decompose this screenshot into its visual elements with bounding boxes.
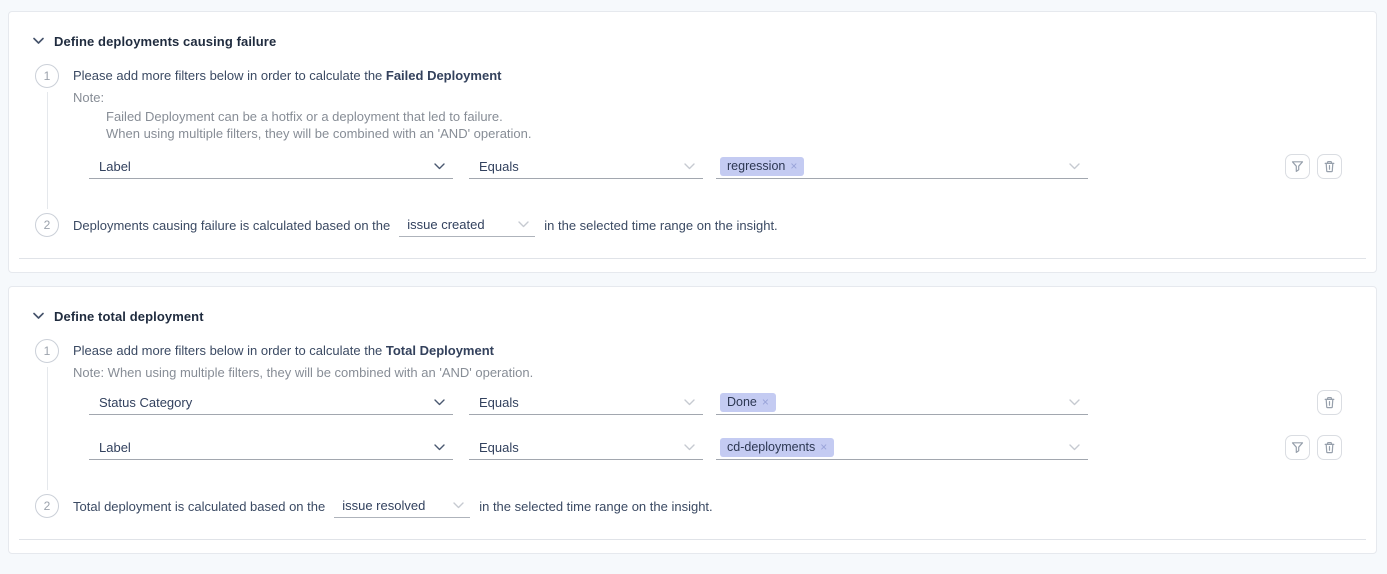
instruction-metric-name: Total Deployment [386,343,494,358]
filter-options-button[interactable] [1285,435,1310,460]
instruction-text: Please add more filters below in order t… [73,343,386,358]
stepper-rail: 1 [35,64,59,209]
calc-basis-text-before: Deployments causing failure is calculate… [73,218,390,233]
step-number-badge: 2 [35,494,59,518]
calc-basis-select-value: issue created [407,217,518,232]
filter-row: Label Equals regression × [89,154,1342,179]
stepper-connector [47,92,48,209]
chevron-down-icon [1069,444,1080,451]
filter-options-button[interactable] [1285,154,1310,179]
funnel-icon [1291,441,1304,454]
note-label: Note: [73,91,1376,104]
step-number-badge: 2 [35,213,59,237]
delete-filter-button[interactable] [1317,435,1342,460]
calc-basis-select[interactable]: issue created [399,214,535,237]
chevron-down-icon [518,221,529,228]
stepper-connector [47,367,48,490]
step-2: 2 Deployments causing failure is calcula… [9,213,1376,237]
calc-basis-select-value: issue resolved [342,498,453,513]
value-tag-label: Done [727,393,757,412]
calc-basis-select[interactable]: issue resolved [334,495,470,518]
trash-icon [1323,396,1336,409]
chevron-down-icon [684,399,695,406]
operator-select[interactable]: Equals [469,390,703,415]
chevron-down-icon [434,444,445,451]
chevron-down-icon [453,502,464,509]
define-total-deployment-panel: Define total deployment 1 Please add mor… [8,286,1377,554]
panel-footer-divider [19,539,1366,540]
note-lines: Failed Deployment can be a hotfix or a d… [106,108,1376,142]
panel-footer-divider [19,258,1366,259]
collapse-chevron-icon[interactable] [33,312,44,320]
value-tag-label: cd-deployments [727,438,815,457]
values-select[interactable]: cd-deployments × [716,435,1088,460]
values-select[interactable]: Done × [716,390,1088,415]
panel-title: Define total deployment [54,309,204,324]
trash-icon [1323,160,1336,173]
remove-tag-icon[interactable]: × [790,157,797,176]
step-1: 1 Please add more filters below in order… [9,64,1376,209]
stepper-rail: 2 [35,213,59,237]
delete-filter-button[interactable] [1317,154,1342,179]
instruction-text: Please add more filters below in order t… [73,68,386,83]
step-instruction: Please add more filters below in order t… [73,69,1376,83]
value-tag-label: regression [727,157,785,176]
field-select-value: Label [99,159,434,174]
chevron-down-icon [1069,163,1080,170]
panel-title: Define deployments causing failure [54,34,276,49]
stepper-rail: 2 [35,494,59,518]
step-number-badge: 1 [35,339,59,363]
filter-row: Status Category Equals Done × [89,390,1342,415]
delete-filter-button[interactable] [1317,390,1342,415]
filter-row: Label Equals cd-deployments × [89,435,1342,460]
calc-basis-text-after: in the selected time range on the insigh… [544,218,777,233]
step-1: 1 Please add more filters below in order… [9,339,1376,490]
field-select-value: Status Category [99,395,434,410]
chevron-down-icon [684,163,695,170]
note-line: Failed Deployment can be a hotfix or a d… [106,108,1376,125]
calc-basis-text-after: in the selected time range on the insigh… [479,499,712,514]
remove-tag-icon[interactable]: × [820,438,827,457]
collapse-chevron-icon[interactable] [33,37,44,45]
trash-icon [1323,441,1336,454]
operator-select-value: Equals [479,159,684,174]
note-text: Note: When using multiple filters, they … [73,366,1376,379]
row-actions [1285,435,1342,460]
operator-select[interactable]: Equals [469,435,703,460]
step-2: 2 Total deployment is calculated based o… [9,494,1376,518]
operator-select-value: Equals [479,395,684,410]
field-select[interactable]: Status Category [89,390,453,415]
step-number-badge: 1 [35,64,59,88]
step-instruction: Please add more filters below in order t… [73,344,1376,358]
remove-tag-icon[interactable]: × [762,393,769,412]
instruction-metric-name: Failed Deployment [386,68,502,83]
chevron-down-icon [434,399,445,406]
values-select[interactable]: regression × [716,154,1088,179]
calc-basis-text-before: Total deployment is calculated based on … [73,499,325,514]
chevron-down-icon [1069,399,1080,406]
field-select[interactable]: Label [89,435,453,460]
panel-header[interactable]: Define deployments causing failure [9,12,1376,48]
value-tag: Done × [720,393,776,412]
chevron-down-icon [434,163,445,170]
stepper-rail: 1 [35,339,59,490]
row-actions [1285,154,1342,179]
field-select[interactable]: Label [89,154,453,179]
operator-select[interactable]: Equals [469,154,703,179]
value-tag: cd-deployments × [720,438,834,457]
operator-select-value: Equals [479,440,684,455]
chevron-down-icon [684,444,695,451]
define-deployments-causing-failure-panel: Define deployments causing failure 1 Ple… [8,11,1377,273]
field-select-value: Label [99,440,434,455]
panel-header[interactable]: Define total deployment [9,287,1376,323]
row-actions [1317,390,1342,415]
value-tag: regression × [720,157,804,176]
note-line: When using multiple filters, they will b… [106,125,1376,142]
funnel-icon [1291,160,1304,173]
